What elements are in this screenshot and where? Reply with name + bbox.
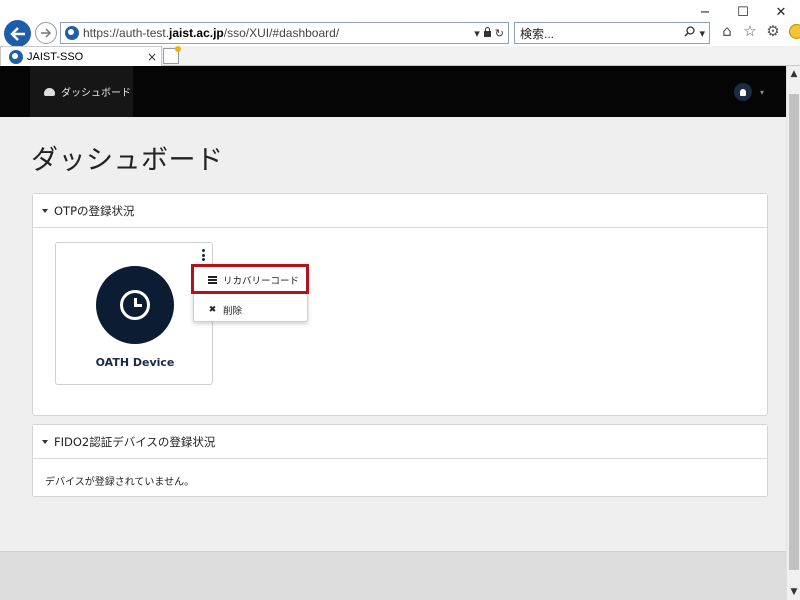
otp-panel-title: OTPの登録状況 [54,203,135,218]
search-icon[interactable] [684,26,696,40]
page-title: ダッシュボード [31,145,224,176]
search-bar[interactable]: 検索... ▾ [514,22,710,44]
forward-button[interactable] [35,22,57,44]
address-bar[interactable]: https://auth-test.jaist.ac.jp/sso/XUI/#d… [60,22,509,44]
recovery-code-menu-item[interactable]: リカバリーコード [194,268,307,292]
arrow-right-icon [41,28,52,38]
window-controls: − ☐ ✕ [686,2,800,22]
star-icon[interactable]: ☆ [741,22,759,40]
nav-item-label: ダッシュボード [61,88,131,99]
search-dropdown-icon[interactable]: ▾ [699,27,705,40]
otp-panel: OTPの登録状況 OATH Device [32,193,768,416]
lock-icon[interactable] [483,26,492,40]
refresh-icon[interactable]: ↻ [495,27,504,40]
gear-icon[interactable]: ⚙ [764,22,782,40]
top-navbar: ダッシュボード ▾ [0,66,786,117]
recovery-code-label: リカバリーコード [223,276,300,287]
caret-down-icon [42,208,48,213]
vertical-scrollbar[interactable]: ▲ ▼ [786,66,800,600]
search-input[interactable]: 検索... [520,25,684,42]
tab-bar: JAIST-SSO × [0,46,800,66]
delete-menu-item[interactable]: ✖ 削除 [194,298,307,322]
browser-chrome: − ☐ ✕ https://auth-test.jaist.ac.jp/sso/… [0,0,800,66]
ie-site-icon [9,49,23,64]
device-dropdown-menu: リカバリーコード ✖ 削除 [193,264,308,322]
smiley-icon[interactable] [787,22,800,40]
fido2-panel: FIDO2認証デバイスの登録状況 デバイスが登録されていません。 [32,424,768,497]
clock-icon [120,290,150,320]
maximize-button[interactable]: ☐ [724,2,762,22]
delete-label: 削除 [223,306,243,317]
page-viewport: ダッシュボード ▾ ダッシュボード OTPの登録状況 OATH Device F… [0,66,786,600]
fido2-empty-message: デバイスが登録されていません。 [45,477,195,488]
fido2-panel-header[interactable]: FIDO2認証デバイスの登録状況 [33,425,767,459]
delete-x-icon: ✖ [208,305,217,315]
nav-item-dashboard[interactable]: ダッシュボード [30,66,133,117]
ie-site-icon [65,26,79,40]
new-tab-button[interactable] [163,46,181,64]
fido2-panel-title: FIDO2認証デバイスの登録状況 [54,434,216,449]
device-circle [96,266,174,344]
url-text[interactable]: https://auth-test.jaist.ac.jp/sso/XUI/#d… [83,26,474,40]
minimize-button[interactable]: − [686,2,724,22]
tab-title: JAIST-SSO [27,50,84,63]
otp-panel-header[interactable]: OTPの登録状況 [33,194,767,228]
dashboard-icon [44,87,55,96]
scroll-down-icon[interactable]: ▼ [787,584,800,600]
list-icon [208,276,217,284]
tab-jaist-sso[interactable]: JAIST-SSO × [0,46,162,66]
user-icon[interactable] [733,83,752,101]
chevron-down-icon[interactable]: ▾ [760,88,764,97]
device-name: OATH Device [95,356,175,369]
user-menu[interactable]: ▾ [733,83,764,101]
oath-device-card: OATH Device [55,242,213,385]
scroll-thumb[interactable] [789,94,799,570]
kebab-menu-icon[interactable] [201,249,205,261]
page-footer [0,551,786,600]
arrow-left-icon [9,26,25,41]
back-button[interactable] [4,20,31,47]
scroll-up-icon[interactable]: ▲ [787,66,800,82]
caret-down-icon [42,439,48,444]
home-icon[interactable]: ⌂ [718,22,736,40]
close-window-button[interactable]: ✕ [762,2,800,22]
address-dropdown-icon[interactable]: ▾ [474,27,480,40]
tab-close-icon[interactable]: × [147,50,161,64]
